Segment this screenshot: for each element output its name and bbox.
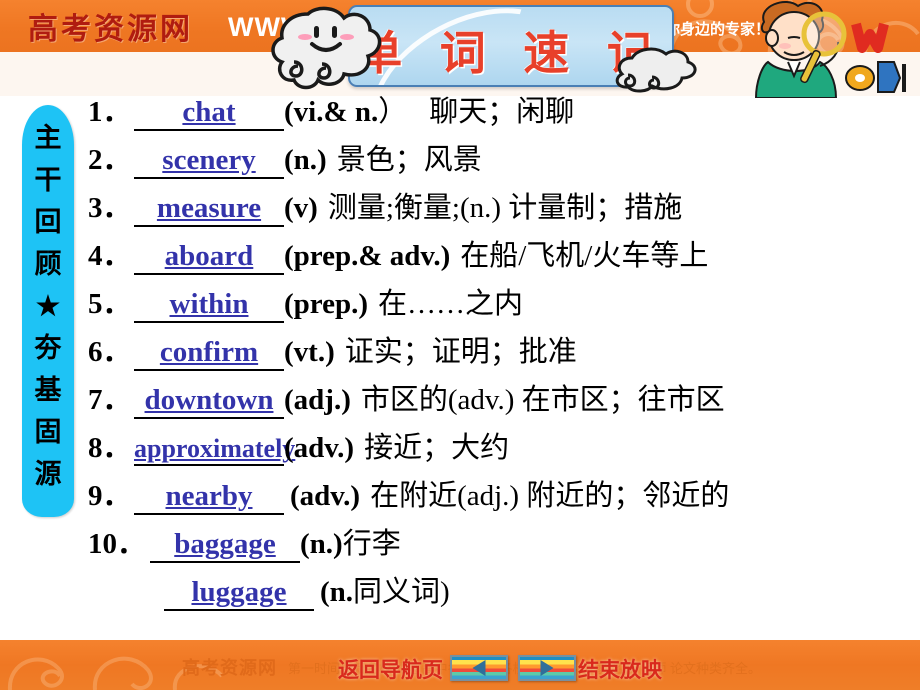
end-show-link[interactable]: 结束放映 — [578, 654, 662, 684]
sidebar-label-wrap: 主 干 回 顾 ★ 夯 基 固 源 — [22, 117, 74, 495]
list-item: luggage (n. 同义词) — [88, 568, 916, 616]
sidebar-item-label-5: 夯 — [34, 333, 62, 363]
sidebar-item-label-0: 主 — [34, 123, 62, 153]
sidebar-item-label-1: 干 — [34, 165, 62, 195]
list-item: 3． measure (v) 测量;衡量;(n.) 计量制；措施 — [88, 184, 916, 232]
part-of-speech: (n. — [320, 576, 354, 608]
list-item: 9． nearby (adv.) 在附近(adj.) 附近的；邻近的 — [88, 472, 916, 520]
sidebar-item-label-7: 固 — [34, 417, 62, 447]
word-meaning: 景色；风景 — [336, 144, 482, 176]
word-blank-baggage[interactable]: baggage — [150, 528, 300, 563]
word-blank-approximately[interactable]: approximately — [134, 434, 295, 466]
word-meaning: 接近；大约 — [364, 432, 510, 464]
part-of-speech: (v) — [284, 192, 318, 224]
list-item: 6． confirm (vt.) 证实；证明；批准 — [88, 328, 916, 376]
right-arrow-glyph — [540, 660, 554, 676]
previous-slide-icon[interactable] — [450, 655, 508, 681]
item-number: 5． — [88, 288, 132, 320]
word-blank-aboard[interactable]: aboard — [134, 240, 284, 275]
word-meaning: 行李 — [342, 528, 401, 560]
item-number: 6． — [88, 336, 132, 368]
word-blank-downtown[interactable]: downtown — [134, 384, 284, 419]
word-blank-nearby[interactable]: nearby — [134, 480, 284, 515]
part-of-speech-tail: ） — [378, 96, 408, 128]
word-meaning: 同义词) — [353, 576, 450, 608]
cloud-icon — [615, 47, 697, 93]
sidebar-item-label-6: 基 — [34, 375, 62, 405]
part-of-speech: (adv.) — [284, 432, 355, 464]
word-meaning: 聊天；闲聊 — [429, 96, 575, 128]
word-meaning: 在……之内 — [378, 288, 524, 320]
sidebar-item-label-8: 源 — [34, 459, 62, 489]
boy-with-magnifier-icon — [754, 1, 906, 98]
star-icon: ★ — [35, 291, 61, 321]
return-to-navigation-link[interactable]: 返回导航页 — [338, 654, 443, 684]
cloud-smiling-icon — [271, 6, 382, 90]
item-number: 8． — [88, 432, 132, 464]
list-item: 8． approximately (adv.) 接近；大约 — [88, 424, 916, 472]
part-of-speech: (n.) — [300, 528, 343, 560]
item-number: 10． — [88, 528, 147, 560]
left-arrow-glyph — [472, 660, 486, 676]
part-of-speech: (vt.) — [284, 336, 335, 368]
word-meaning: 测量;衡量;(n.) 计量制；措施 — [327, 192, 683, 224]
part-of-speech: (n.) — [284, 144, 327, 176]
word-blank-luggage[interactable]: luggage — [164, 576, 314, 611]
word-meaning: 在附近(adj.) 附近的；邻近的 — [370, 480, 730, 512]
list-item: 1． chat (vi.& n. ） 聊天；闲聊 — [88, 88, 916, 136]
word-blank-scenery[interactable]: scenery — [134, 144, 284, 179]
part-of-speech: (adj.) — [284, 384, 351, 416]
part-of-speech: (prep.) — [284, 288, 369, 320]
list-item: 7． downtown (adj.) 市区的(adv.) 在市区；往市区 — [88, 376, 916, 424]
brand-logo: 高考资源网 — [28, 13, 193, 46]
word-meaning: 市区的(adv.) 在市区；往市区 — [360, 384, 725, 416]
item-number: 4． — [88, 240, 132, 272]
part-of-speech: (adv.) — [290, 480, 361, 512]
word-blank-measure[interactable]: measure — [134, 192, 284, 227]
vocabulary-list: 1． chat (vi.& n. ） 聊天；闲聊 2． scenery (n.)… — [88, 88, 916, 616]
next-slide-icon[interactable] — [518, 655, 576, 681]
bottom-brand: 高考资源网 — [182, 658, 277, 678]
word-blank-within[interactable]: within — [134, 288, 284, 323]
item-number: 3． — [88, 192, 132, 224]
word-blank-chat[interactable]: chat — [134, 96, 284, 131]
item-number: 9． — [88, 480, 132, 512]
sidebar-item-label-3: 顾 — [34, 249, 62, 279]
item-number: 7． — [88, 384, 132, 416]
word-meaning: 证实；证明；批准 — [344, 336, 577, 368]
sidebar-section-tab[interactable]: 主 干 回 顾 ★ 夯 基 固 源 — [22, 105, 74, 517]
part-of-speech: (prep.& adv.) — [284, 240, 451, 272]
sidebar-item-label-2: 回 — [34, 207, 62, 237]
list-item: 5． within (prep.) 在……之内 — [88, 280, 916, 328]
word-blank-confirm[interactable]: confirm — [134, 336, 284, 371]
item-number: 1． — [88, 96, 132, 128]
list-item: 4． aboard (prep.& adv.) 在船/飞机/火车等上 — [88, 232, 916, 280]
word-meaning: 在船/飞机/火车等上 — [460, 240, 709, 272]
part-of-speech: (vi.& n. — [284, 96, 379, 128]
item-number: 2． — [88, 144, 132, 176]
list-item: 10． baggage (n.) 行李 — [88, 520, 916, 568]
list-item: 2． scenery (n.) 景色；风景 — [88, 136, 916, 184]
